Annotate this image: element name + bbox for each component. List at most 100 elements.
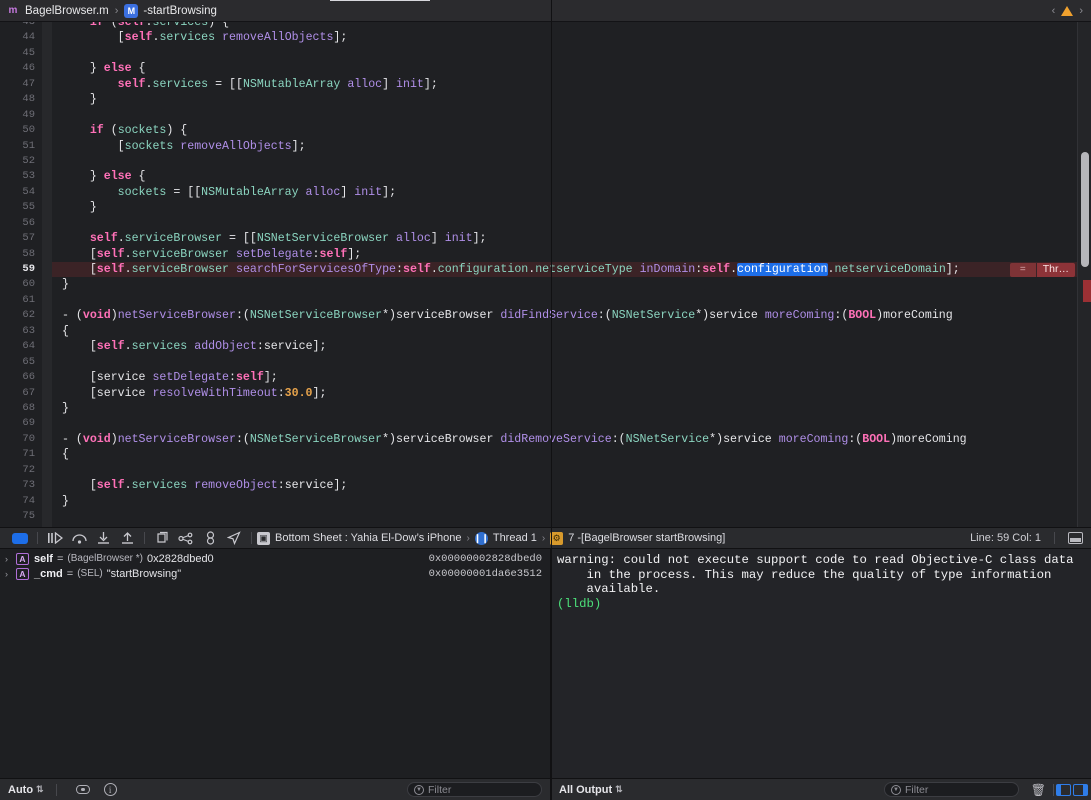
- code-line[interactable]: [52, 509, 1091, 524]
- code-line[interactable]: } else {: [52, 169, 1091, 184]
- code-line[interactable]: }: [52, 494, 1091, 509]
- toggle-debug-area-button[interactable]: [8, 529, 32, 547]
- disclosure-triangle-icon[interactable]: ›: [5, 554, 16, 564]
- code-line[interactable]: [52, 355, 1091, 370]
- line-number-gutter[interactable]: 43 44 45 46 47 48 49 50 51 52 53 54 55 56 57 58 59 60 61 62…: [0, 22, 42, 527]
- code-line[interactable]: if (self.services) {: [52, 22, 1091, 30]
- code-line[interactable]: sockets = [[NSMutableArray alloc] init];: [52, 185, 1091, 200]
- code-line[interactable]: [self.serviceBrowser searchForServicesOf…: [52, 262, 1091, 278]
- variables-list[interactable]: › Aself = (BagelBrowser *) 0x2828dbed0 0x0000…: [0, 549, 550, 778]
- line-number[interactable]: 43: [0, 22, 42, 30]
- source-editor[interactable]: 43 44 45 46 47 48 49 50 51 52 53 54 55 56 57 58 59 60 61 62…: [0, 22, 1091, 527]
- code-line[interactable]: - (void)netServiceBrowser:(NSNetServiceB…: [52, 432, 1091, 447]
- line-number[interactable]: 75: [0, 509, 42, 524]
- line-number[interactable]: 70: [0, 432, 42, 447]
- editor-scrollbar[interactable]: [1078, 22, 1091, 527]
- line-number[interactable]: 73: [0, 478, 42, 493]
- console-pane[interactable]: warning: could not execute support code …: [551, 549, 1091, 800]
- line-number[interactable]: 69: [0, 416, 42, 431]
- warning-triangle-icon[interactable]: [1061, 5, 1074, 16]
- code-line[interactable]: - (void)netServiceBrowser:(NSNetServiceB…: [52, 308, 1091, 323]
- code-line[interactable]: [self.services removeAllObjects];: [52, 30, 1091, 45]
- code-line[interactable]: if (sockets) {: [52, 123, 1091, 138]
- line-number[interactable]: 58: [0, 247, 42, 262]
- thread-badge[interactable]: = Thr…: [1009, 263, 1075, 277]
- code-line[interactable]: [service resolveWithTimeout:30.0];: [52, 386, 1091, 401]
- console-output-popup[interactable]: All Output ⇅: [559, 784, 623, 796]
- code-line[interactable]: } else {: [52, 61, 1091, 76]
- line-number[interactable]: 62: [0, 308, 42, 323]
- simulate-location-button[interactable]: [222, 529, 246, 547]
- step-into-button[interactable]: [91, 529, 115, 547]
- variable-scope-popup[interactable]: Auto ⇅: [8, 784, 44, 796]
- line-number[interactable]: 65: [0, 355, 42, 370]
- code-line[interactable]: {: [52, 447, 1091, 462]
- line-number[interactable]: 56: [0, 216, 42, 231]
- code-line[interactable]: [sockets removeAllObjects];: [52, 139, 1091, 154]
- breadcrumb-file[interactable]: m BagelBrowser.m: [6, 4, 109, 18]
- code-line[interactable]: [52, 293, 1091, 308]
- variables-filter-field[interactable]: ▼ Filter: [407, 782, 542, 797]
- debug-breadcrumb-2[interactable]: ❙❙ Thread 1: [474, 531, 537, 545]
- line-number[interactable]: 59: [0, 262, 42, 277]
- line-number[interactable]: 60: [0, 277, 42, 292]
- line-number[interactable]: 53: [0, 169, 42, 184]
- debug-breadcrumb-1[interactable]: ▣ Bottom Sheet : Yahia El-Dow’s iPhone: [257, 531, 462, 545]
- console-output[interactable]: warning: could not execute support code …: [551, 549, 1091, 778]
- line-number[interactable]: 54: [0, 185, 42, 200]
- code-line[interactable]: }: [52, 401, 1091, 416]
- info-icon[interactable]: i: [103, 783, 117, 796]
- code-line[interactable]: }: [52, 200, 1091, 215]
- code-line[interactable]: [service setDelegate:self];: [52, 370, 1091, 385]
- previous-issue-icon[interactable]: ‹: [1052, 5, 1056, 17]
- line-number[interactable]: 67: [0, 386, 42, 401]
- line-number[interactable]: 46: [0, 61, 42, 76]
- variable-row[interactable]: › Aself = (BagelBrowser *) 0x2828dbed0 0x0000…: [0, 551, 550, 566]
- disclosure-triangle-icon[interactable]: ›: [5, 569, 16, 579]
- toggle-variables-pane-icon[interactable]: [1056, 783, 1071, 796]
- code-line[interactable]: self.serviceBrowser = [[NSNetServiceBrow…: [52, 231, 1091, 246]
- line-number[interactable]: 51: [0, 139, 42, 154]
- step-over-button[interactable]: [67, 529, 91, 547]
- code-line[interactable]: [52, 416, 1091, 431]
- toggle-debug-pane-icon[interactable]: [1068, 532, 1083, 544]
- environment-overrides-button[interactable]: [198, 529, 222, 547]
- line-number[interactable]: 66: [0, 370, 42, 385]
- next-issue-icon[interactable]: ›: [1079, 5, 1083, 17]
- code-line[interactable]: [self.services removeObject:service];: [52, 478, 1091, 493]
- line-number[interactable]: 49: [0, 108, 42, 123]
- toggle-console-pane-icon[interactable]: [1073, 783, 1088, 796]
- code-line[interactable]: {: [52, 324, 1091, 339]
- code-line[interactable]: }: [52, 92, 1091, 107]
- code-line[interactable]: [52, 154, 1091, 169]
- code-line[interactable]: [self.serviceBrowser setDelegate:self];: [52, 247, 1091, 262]
- debug-breadcrumb-3[interactable]: ⚙ 7 -[BagelBrowser startBrowsing]: [550, 531, 725, 545]
- debug-memory-graph-button[interactable]: [174, 529, 198, 547]
- code-content[interactable]: if (self.services) { [self.services remo…: [52, 22, 1091, 527]
- issue-marker[interactable]: [1083, 280, 1091, 302]
- line-number[interactable]: 68: [0, 401, 42, 416]
- code-line[interactable]: [self.services addObject:service];: [52, 339, 1091, 354]
- line-number[interactable]: 55: [0, 200, 42, 215]
- code-line[interactable]: [52, 108, 1091, 123]
- line-number[interactable]: 57: [0, 231, 42, 246]
- variables-pane[interactable]: › Aself = (BagelBrowser *) 0x2828dbed0 0x0000…: [0, 549, 551, 800]
- code-folding-ribbon[interactable]: [42, 22, 52, 527]
- line-number[interactable]: 74: [0, 494, 42, 509]
- code-line[interactable]: [52, 463, 1091, 478]
- line-number[interactable]: 45: [0, 46, 42, 61]
- code-line[interactable]: [52, 46, 1091, 61]
- line-number[interactable]: 50: [0, 123, 42, 138]
- line-number[interactable]: 52: [0, 154, 42, 169]
- breadcrumb-method[interactable]: M -startBrowsing: [124, 3, 217, 18]
- code-line[interactable]: }: [52, 277, 1091, 292]
- code-line[interactable]: self.services = [[NSMutableArray alloc] …: [52, 77, 1091, 92]
- line-number[interactable]: 71: [0, 447, 42, 462]
- pane-splitter[interactable]: [551, 0, 552, 800]
- line-number[interactable]: 72: [0, 463, 42, 478]
- code-line[interactable]: [52, 216, 1091, 231]
- line-number[interactable]: 61: [0, 293, 42, 308]
- continue-button[interactable]: [43, 529, 67, 547]
- line-number[interactable]: 44: [0, 30, 42, 45]
- line-number[interactable]: 63: [0, 324, 42, 339]
